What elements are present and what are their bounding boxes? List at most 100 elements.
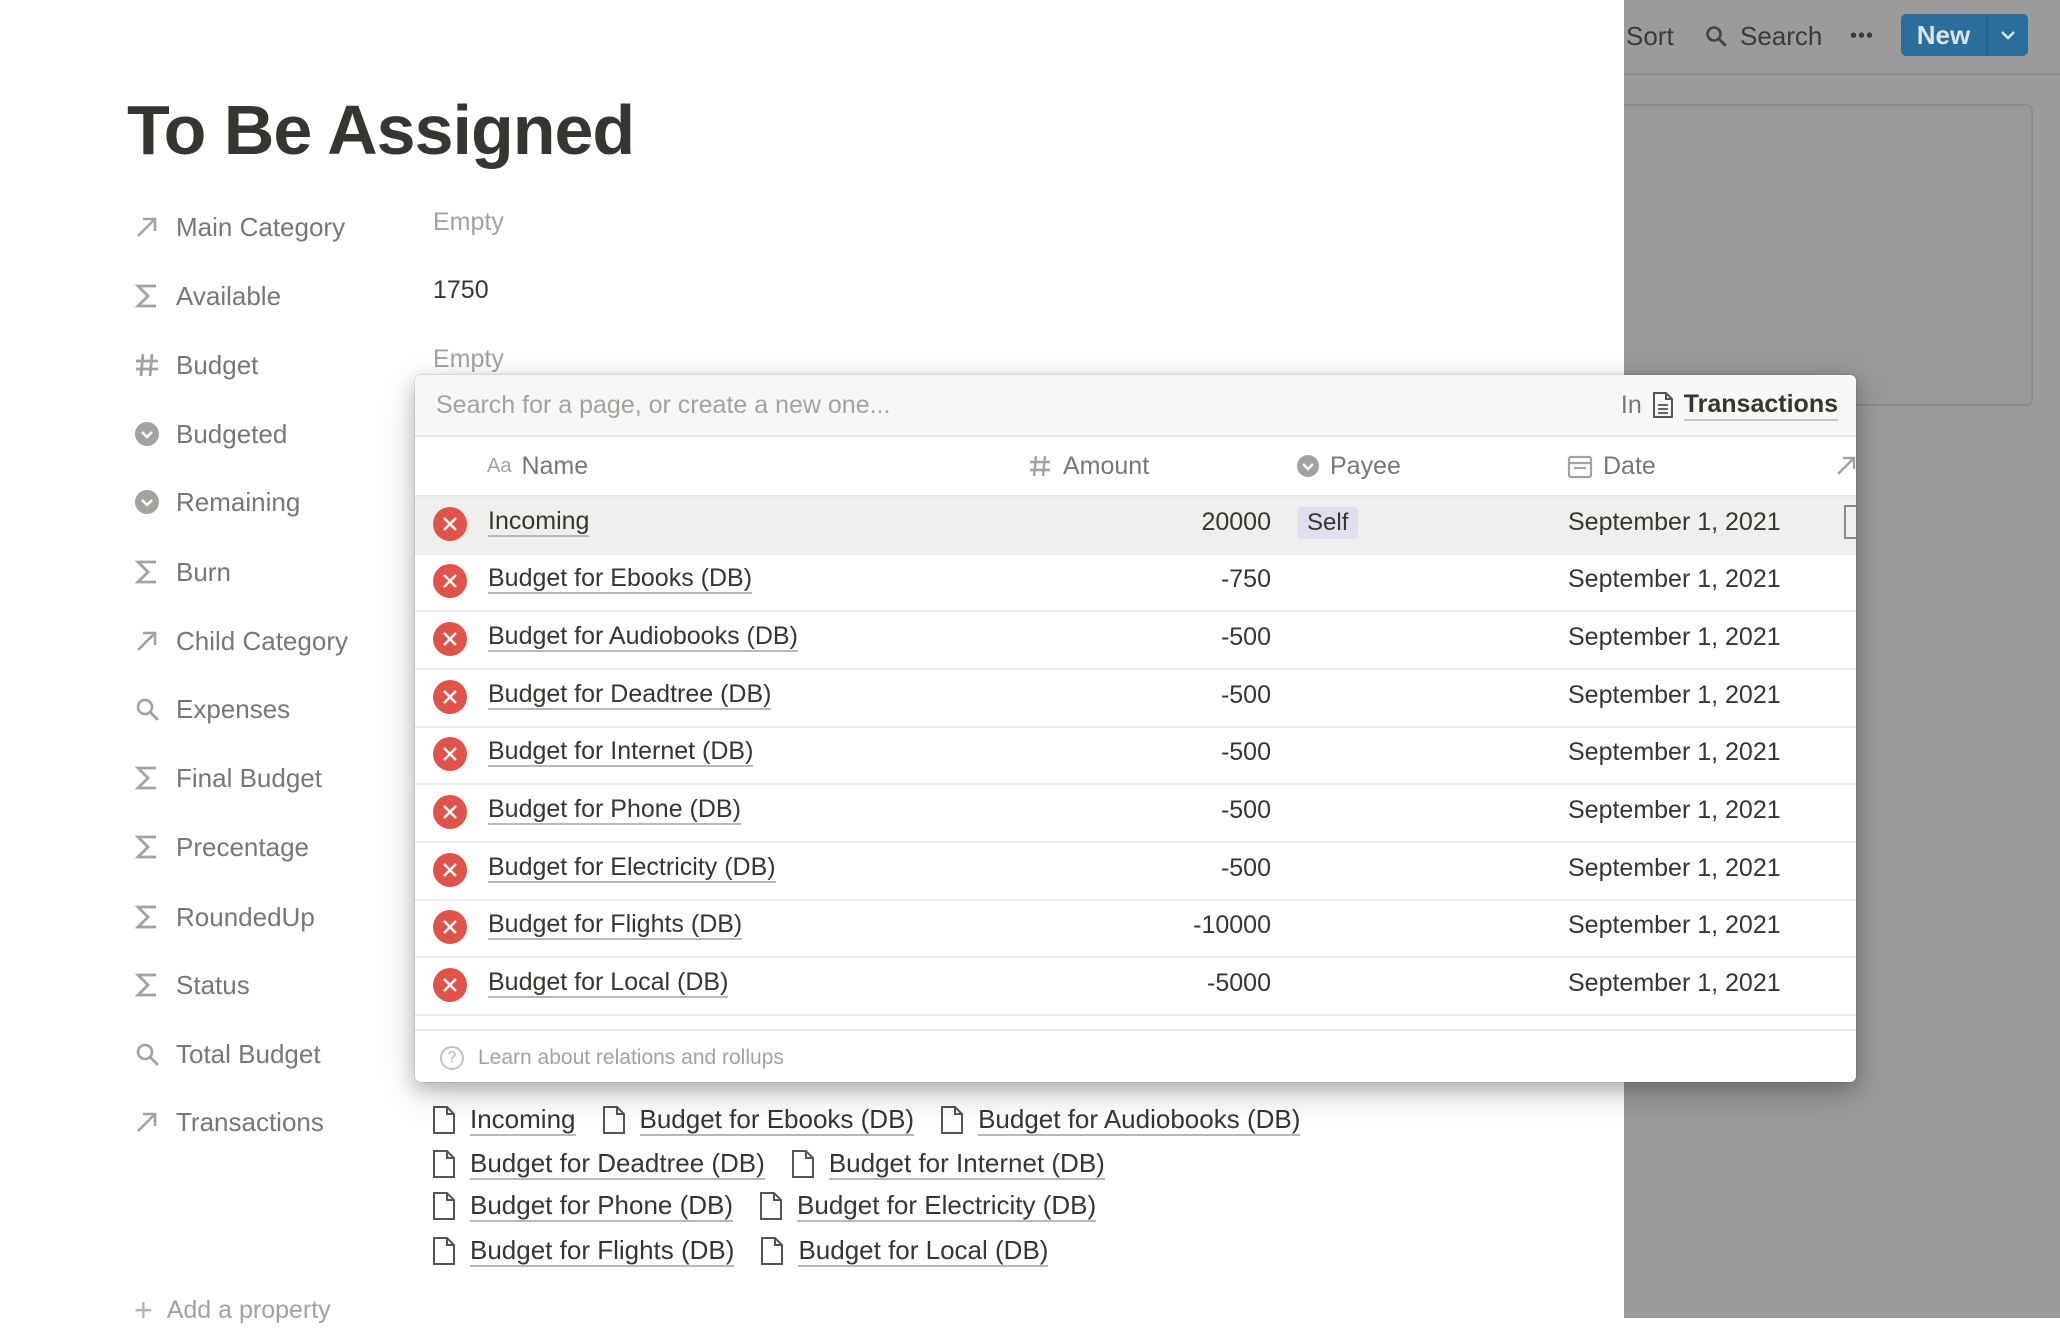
property-status[interactable]: Status (130, 965, 250, 1005)
hash-icon (130, 348, 164, 382)
linked-page[interactable]: Incoming (432, 1104, 576, 1136)
transactions-value-line: Budget for Phone (DB) Budget for Electric… (432, 1186, 1122, 1226)
row-date: September 1, 2021 (1568, 853, 1781, 882)
in-label: In (1620, 390, 1642, 419)
property-label: Main Category (176, 211, 346, 242)
remove-relation-icon[interactable] (433, 680, 467, 714)
row-amount: 20000 (1201, 507, 1271, 536)
table-row[interactable]: Budget for Ebooks (DB) -750 September 1, 2… (415, 554, 1856, 612)
row-amount: -5000 (1207, 968, 1271, 997)
property-precentage[interactable]: Precentage (130, 827, 309, 867)
available-value[interactable]: 1750 (433, 276, 489, 305)
calendar-icon (1567, 453, 1593, 479)
relation-search-bar: In Transactions (415, 375, 1856, 437)
remove-relation-icon[interactable] (433, 622, 467, 656)
table-row[interactable]: Budget for Local (DB) -5000 September 1, 2… (415, 958, 1856, 1016)
add-property-button[interactable]: + Add a property (134, 1292, 331, 1329)
table-row[interactable]: Budget for Deadtree (DB) -500 September 1,… (415, 670, 1856, 728)
open-page-icon[interactable] (1844, 505, 1856, 539)
row-name[interactable]: Budget for Internet (DB) (488, 727, 754, 777)
remove-relation-icon[interactable] (433, 910, 467, 944)
learn-relations-link[interactable]: Learn about relations and rollups (478, 1046, 784, 1070)
table-row[interactable]: Budget for Phone (DB) -500 September 1, 20… (415, 785, 1856, 843)
database-selector[interactable]: In Transactions (1621, 375, 1838, 435)
linked-page[interactable]: Budget for Audiobooks (DB) (940, 1104, 1301, 1136)
page-icon (760, 1236, 784, 1266)
row-name[interactable]: Budget for Deadtree (DB) (488, 670, 772, 720)
property-label: Transactions (176, 1106, 324, 1137)
column-header-name[interactable]: Aa Name (487, 437, 588, 495)
budget-value[interactable]: Empty (433, 345, 504, 374)
property-label: Remaining (176, 486, 301, 517)
table-row[interactable]: Budget for Audiobooks (DB) -500 September … (415, 612, 1856, 670)
sigma-icon (130, 555, 164, 589)
popup-footer[interactable]: ? Learn about relations and rollups (415, 1029, 1856, 1082)
table-row[interactable]: Budget for Flights (DB) -10000 September 1… (415, 900, 1856, 958)
property-available[interactable]: Available (130, 276, 281, 316)
hash-icon (1027, 453, 1053, 479)
table-row[interactable]: Budget for Internet (DB) -500 September 1,… (415, 727, 1856, 785)
remove-relation-icon[interactable] (433, 737, 467, 771)
row-name[interactable]: Budget for Ebooks (DB) (488, 554, 753, 604)
remove-relation-icon[interactable] (433, 968, 467, 1002)
search-button[interactable]: Search (1704, 16, 1822, 56)
column-header-amount[interactable]: Amount (1027, 437, 1149, 495)
page-title[interactable]: To Be Assigned (127, 90, 635, 170)
property-label: Total Budget (176, 1038, 321, 1069)
property-total-budget[interactable]: Total Budget (130, 1034, 321, 1074)
property-budget[interactable]: Budget (130, 345, 258, 385)
property-burn[interactable]: Burn (130, 552, 231, 592)
property-main-category[interactable]: Main Category (130, 207, 345, 247)
table-row[interactable]: Incoming 20000 Self September 1, 2021 (415, 497, 1856, 555)
row-name[interactable]: Budget for Phone (DB) (488, 785, 741, 835)
row-name[interactable]: Budget for Electricity (DB) (488, 843, 776, 893)
database-name: Transactions (1683, 390, 1838, 421)
main-category-value[interactable]: Empty (433, 208, 504, 237)
row-name[interactable]: Budget for Local (DB) (488, 958, 729, 1008)
linked-page[interactable]: Budget for Local (DB) (760, 1235, 1049, 1267)
linked-page-title: Budget for Audiobooks (DB) (978, 1104, 1301, 1136)
row-name-text: Budget for Internet (DB) (488, 737, 754, 767)
property-label: Child Category (176, 625, 348, 656)
remove-relation-icon[interactable] (433, 564, 467, 598)
row-name[interactable]: Incoming (488, 497, 590, 547)
remove-relation-icon[interactable] (433, 853, 467, 887)
row-name[interactable]: Budget for Flights (DB) (488, 900, 743, 950)
property-label: Final Budget (176, 762, 322, 793)
property-final-budget[interactable]: Final Budget (130, 758, 322, 798)
linked-page[interactable]: Budget for Internet (DB) (791, 1148, 1105, 1180)
select-property-icon (1296, 454, 1320, 478)
column-header-date[interactable]: Date (1567, 437, 1656, 495)
property-roundedup[interactable]: RoundedUp (130, 897, 315, 937)
row-date: September 1, 2021 (1568, 507, 1781, 536)
table-row[interactable]: Budget for Electricity (DB) -500 September… (415, 843, 1856, 901)
remove-relation-icon[interactable] (433, 507, 467, 541)
property-expenses[interactable]: Expenses (130, 689, 290, 729)
sort-button[interactable]: Sort (1626, 16, 1674, 56)
page-icon (432, 1105, 456, 1135)
new-button[interactable]: New (1901, 14, 2028, 56)
linked-page[interactable]: Budget for Ebooks (DB) (602, 1104, 915, 1136)
property-budgeted[interactable]: Budgeted (130, 414, 287, 454)
property-transactions[interactable]: Transactions (130, 1102, 324, 1142)
property-child-category[interactable]: Child Category (130, 621, 348, 661)
property-label: Budgeted (176, 418, 288, 449)
page-icon (432, 1236, 456, 1266)
page-icon (602, 1105, 626, 1135)
linked-page-title: Budget for Ebooks (DB) (639, 1104, 915, 1136)
search-icon (1704, 24, 1728, 48)
more-options-button[interactable]: ••• (1850, 16, 1874, 56)
column-header-payee[interactable]: Payee (1296, 437, 1401, 495)
remove-relation-icon[interactable] (433, 795, 467, 829)
property-remaining[interactable]: Remaining (130, 482, 300, 522)
row-date: September 1, 2021 (1568, 737, 1781, 766)
linked-page[interactable]: Budget for Phone (DB) (432, 1190, 734, 1222)
linked-page[interactable]: Budget for Deadtree (DB) (432, 1148, 765, 1180)
linked-page[interactable]: Budget for Flights (DB) (432, 1235, 735, 1267)
chevron-down-icon[interactable] (1988, 14, 2028, 56)
row-name[interactable]: Budget for Audiobooks (DB) (488, 612, 798, 662)
linked-page[interactable]: Budget for Electricity (DB) (759, 1190, 1097, 1222)
relation-search-input[interactable] (434, 389, 1538, 421)
toolbar-divider (1624, 73, 2060, 75)
row-name-text: Budget for Flights (DB) (488, 910, 743, 940)
